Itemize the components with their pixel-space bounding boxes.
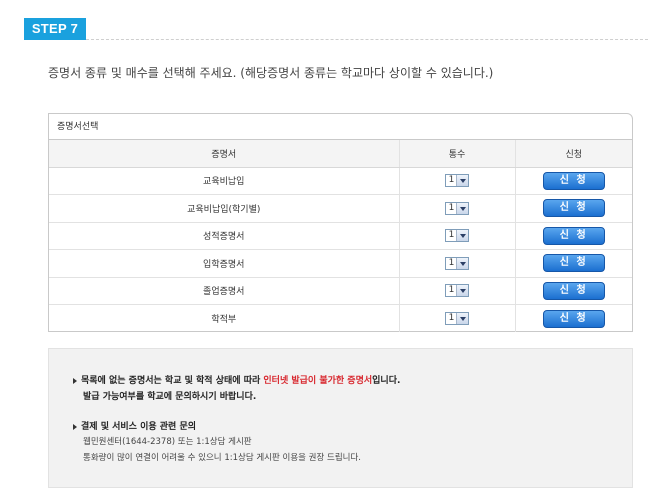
notice-line-unavailable: 목록에 없는 증명서는 학교 및 학적 상태에 따라 인터넷 발급이 불가한 증… xyxy=(73,373,400,386)
bullet-arrow-icon xyxy=(73,423,77,430)
notice-highlight: 인터넷 발급이 불가한 증명서 xyxy=(263,376,373,386)
table-row: 입학증명서 1 신 청 xyxy=(49,249,632,278)
apply-button[interactable]: 신 청 xyxy=(542,309,605,328)
chevron-down-icon[interactable] xyxy=(456,285,469,297)
notice-line-inquire-school: 발급 가능여부를 학교에 문의하시기 바랍니다. xyxy=(83,392,257,402)
table-row: 졸업증명서 1 신 청 xyxy=(49,277,632,305)
apply-button[interactable]: 신 청 xyxy=(542,281,605,300)
quantity-value: 1 xyxy=(448,175,455,186)
certificate-name: 성적증명서 xyxy=(49,222,399,250)
step-badge: STEP 7 xyxy=(24,18,86,40)
apply-button[interactable]: 신 청 xyxy=(542,226,605,245)
quantity-select[interactable]: 1 xyxy=(444,229,470,243)
quantity-select[interactable]: 1 xyxy=(444,174,470,188)
chevron-down-icon[interactable] xyxy=(456,230,469,242)
quantity-select[interactable]: 1 xyxy=(444,312,470,325)
certificate-name: 학적부 xyxy=(211,315,237,325)
step-header: STEP 7 xyxy=(24,18,648,40)
step-divider xyxy=(86,39,648,40)
table-row: 학적부 1 신 청 xyxy=(49,304,632,332)
certificate-name: 교육비납입 xyxy=(49,167,399,195)
apply-button[interactable]: 신 청 xyxy=(542,254,605,273)
chevron-down-icon[interactable] xyxy=(456,313,469,324)
quantity-select[interactable]: 1 xyxy=(444,201,470,215)
header-apply: 신청 xyxy=(514,140,632,168)
table-row: 교육비납입 1 신 청 xyxy=(49,167,632,195)
chevron-down-icon[interactable] xyxy=(456,257,469,269)
panel-title: 증명서선택 xyxy=(49,114,632,140)
notice-line-contact: 웹민원센터(1644-2378) 또는 1:1상담 게시판 xyxy=(83,437,252,447)
quantity-select[interactable]: 1 xyxy=(444,256,470,270)
quantity-value: 1 xyxy=(448,230,455,241)
table-row: 교육비납입(학기별) 1 신 청 xyxy=(49,194,632,223)
apply-button[interactable]: 신 청 xyxy=(542,199,605,218)
certificate-name: 입학증명서 xyxy=(49,249,399,278)
quantity-value: 1 xyxy=(448,285,455,296)
instruction-text: 증명서 종류 및 매수를 선택해 주세요. (해당증명서 종류는 학교마다 상이… xyxy=(48,66,494,80)
table-header-row: 증명서 통수 신청 xyxy=(49,140,632,168)
notice-box: 목록에 없는 증명서는 학교 및 학적 상태에 따라 인터넷 발급이 불가한 증… xyxy=(48,348,633,488)
apply-button[interactable]: 신 청 xyxy=(542,171,605,190)
certificate-name: 졸업증명서 xyxy=(49,277,399,305)
chevron-down-icon[interactable] xyxy=(456,202,469,214)
quantity-value: 1 xyxy=(448,313,455,323)
quantity-value: 1 xyxy=(448,202,455,213)
quantity-select[interactable]: 1 xyxy=(444,284,470,298)
header-quantity: 통수 xyxy=(398,140,515,168)
certificate-name: 교육비납입(학기별) xyxy=(49,194,399,223)
chevron-down-icon[interactable] xyxy=(456,175,469,187)
header-certificate: 증명서 xyxy=(49,140,399,168)
table-row: 성적증명서 1 신 청 xyxy=(49,222,632,250)
certificate-select-panel: 증명서선택 증명서 통수 신청 교육비납입 1 신 청 교육비납입(학기별) 1… xyxy=(48,113,633,332)
certificate-table: 증명서 통수 신청 교육비납입 1 신 청 교육비납입(학기별) 1 신 청 성… xyxy=(49,140,632,332)
notice-line-recommend: 통화량이 많이 연결이 어려울 수 있으니 1:1상담 게시판 이용을 권장 드… xyxy=(83,453,362,463)
quantity-value: 1 xyxy=(448,257,455,268)
notice-line-support-heading: 결제 및 서비스 이용 관련 문의 xyxy=(73,419,196,432)
bullet-arrow-icon xyxy=(73,377,77,384)
